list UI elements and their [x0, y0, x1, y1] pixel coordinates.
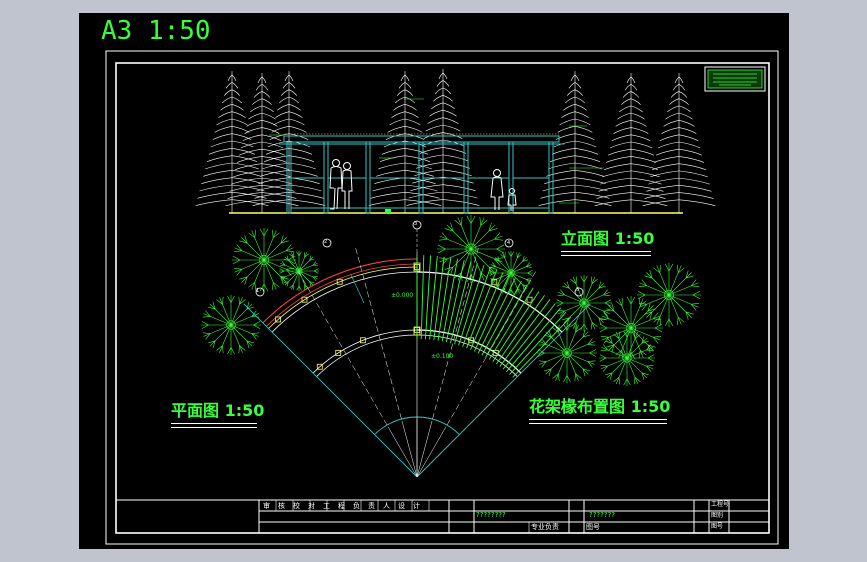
- outer-border: [105, 50, 779, 545]
- title-block-right-1: 工程号: [711, 501, 730, 508]
- title-block-sheet-label: 图号: [586, 523, 600, 531]
- sheet-title: A3 1:50: [101, 16, 211, 46]
- elevation-view: [195, 69, 716, 214]
- axis-label-5: 5: [576, 287, 580, 293]
- cad-drawing: [105, 50, 779, 545]
- rafter: [420, 255, 425, 340]
- plan-label: 平面图 1:50: [171, 401, 265, 420]
- rafter: [488, 287, 534, 360]
- axis-label-1: 1: [256, 288, 260, 294]
- axis-label-3: 3: [414, 221, 418, 227]
- rafter: [512, 316, 572, 378]
- title-block-right-3: 图号: [711, 523, 724, 530]
- rafter: [495, 295, 545, 365]
- elevation-label: 立面图 1:50: [561, 229, 655, 248]
- level-mark-1: ±0.000: [391, 292, 414, 299]
- rafter-label: 花架椽布置图 1:50: [529, 397, 671, 416]
- axis-label-4: 4: [507, 240, 511, 246]
- tree-elevation: [642, 73, 716, 213]
- title-block: [115, 499, 770, 534]
- tree-plan: [556, 275, 612, 331]
- inner-frame: [115, 62, 770, 534]
- tree-plan: [599, 330, 655, 386]
- rafter: [499, 299, 551, 367]
- drawing-name: ???????: [589, 511, 616, 519]
- project-name: ????????: [476, 511, 506, 519]
- title-block-left-bottom: 专业负责: [531, 523, 559, 531]
- rafter: [492, 291, 540, 362]
- tree-plan: [201, 295, 261, 355]
- rafter: [424, 255, 432, 340]
- tree-plan: [637, 263, 701, 327]
- elevation-label-underline: [561, 251, 651, 256]
- title-block-header: 审核校对工程负责人设计: [263, 502, 428, 510]
- tree-elevation: [594, 73, 668, 213]
- rafter-label-underline: [529, 419, 667, 424]
- rafter: [505, 307, 562, 373]
- tree-elevation: [195, 71, 269, 213]
- rafter: [429, 255, 438, 340]
- tree-plan: [537, 323, 597, 383]
- title-block-right-2: 图别: [711, 512, 724, 519]
- plan-label-underline: [171, 423, 257, 428]
- axis-label-2: 2: [324, 239, 328, 245]
- level-mark-2: ±0.100: [431, 353, 454, 360]
- rafter: [433, 256, 445, 341]
- drawing-sheet: A3 1:50 立面图 1:50 平面图 1:50 花架椽布置图 1:50 3 …: [79, 13, 789, 549]
